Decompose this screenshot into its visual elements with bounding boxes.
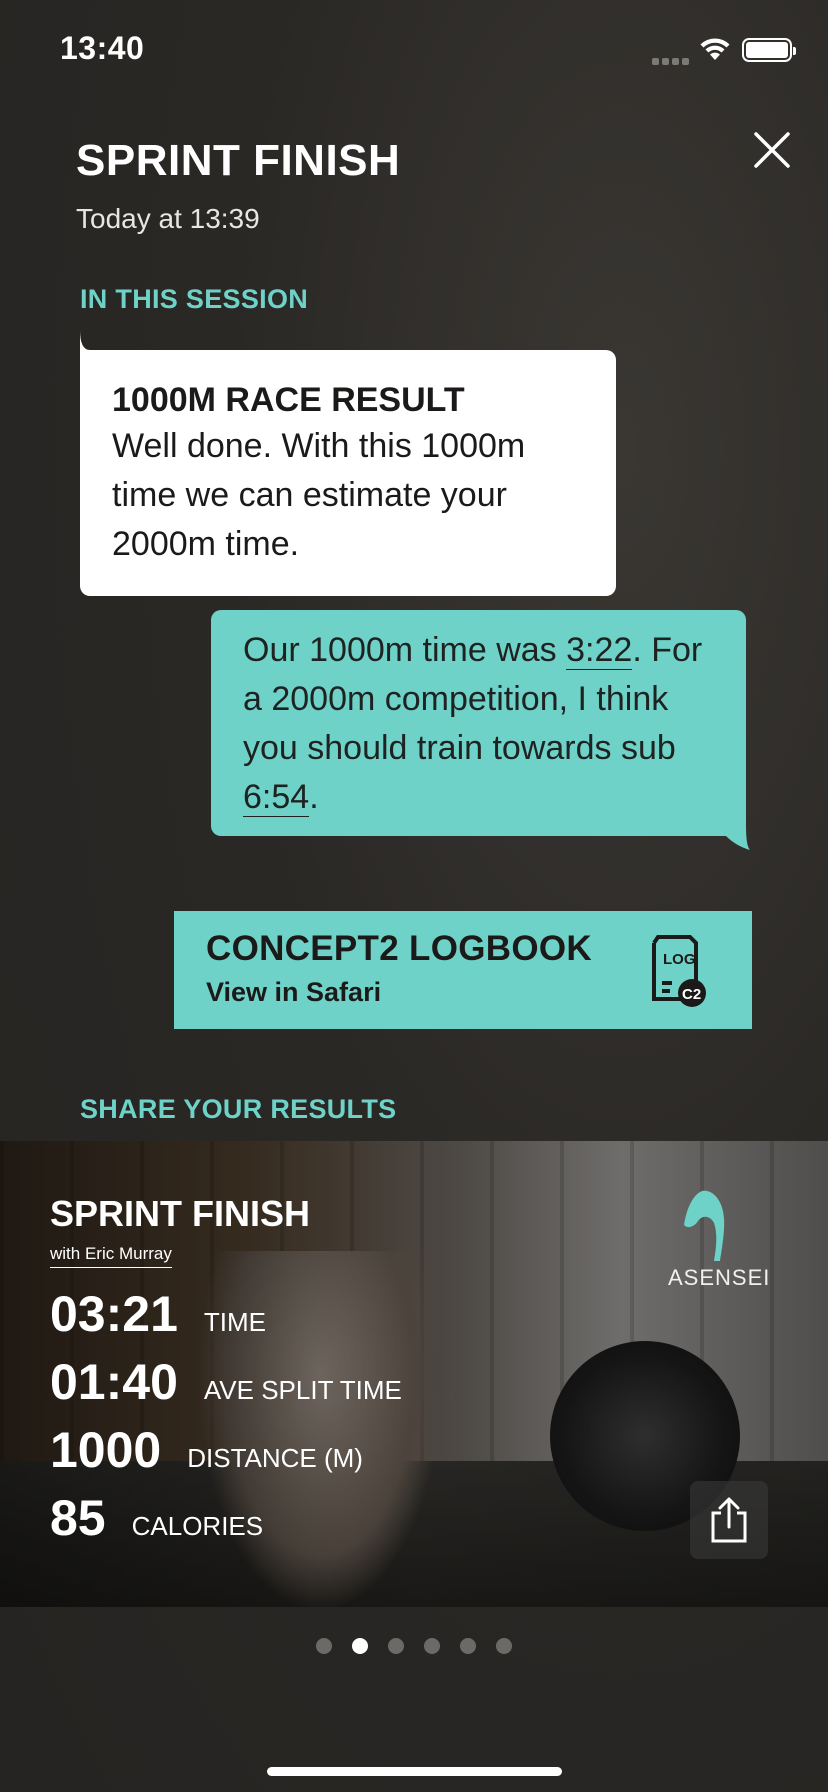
page-dot[interactable] bbox=[460, 1638, 476, 1654]
stat-value: 85 bbox=[50, 1490, 106, 1546]
logbook-subtitle: View in Safari bbox=[206, 977, 382, 1007]
page-dot[interactable] bbox=[388, 1638, 404, 1654]
home-indicator[interactable] bbox=[267, 1767, 562, 1776]
asensei-logo-icon bbox=[684, 1190, 725, 1261]
stat-value: 03:21 bbox=[50, 1286, 178, 1342]
reply-message-bubble: Our 1000m time was 3:22. For a 2000m com… bbox=[211, 610, 750, 850]
svg-text:C2: C2 bbox=[682, 986, 701, 1003]
page-dot[interactable] bbox=[424, 1638, 440, 1654]
section-heading-session: IN THIS SESSION bbox=[80, 284, 309, 314]
coach-message-bubble: 1000M RACE RESULT Well done. With this 1… bbox=[80, 330, 616, 596]
concept2-logbook-button[interactable]: CONCEPT2 LOGBOOK View in Safari LOG C2 bbox=[174, 911, 752, 1029]
stat-label: AVE SPLIT TIME bbox=[203, 1375, 402, 1405]
status-time: 13:40 bbox=[60, 30, 145, 66]
bubble-tail bbox=[80, 330, 116, 354]
page-dot-active[interactable] bbox=[352, 1638, 368, 1654]
page-dot[interactable] bbox=[496, 1638, 512, 1654]
reply-text: . bbox=[309, 778, 319, 816]
stat-distance: 1000 DISTANCE (M) bbox=[50, 1421, 363, 1479]
target-link[interactable]: 6:54 bbox=[243, 778, 310, 817]
session-timestamp: Today at 13:39 bbox=[76, 203, 260, 234]
status-bar: 13:40 bbox=[0, 0, 828, 100]
stat-label: CALORIES bbox=[131, 1511, 264, 1541]
stat-calories: 85 CALORIES bbox=[50, 1489, 263, 1547]
stat-label: TIME bbox=[203, 1307, 266, 1337]
share-results-card: SPRINT FINISH with Eric Murray 03:21 TIME… bbox=[0, 1141, 828, 1607]
wifi-icon bbox=[698, 36, 732, 67]
close-icon bbox=[754, 132, 790, 168]
section-heading-share: SHARE YOUR RESULTS bbox=[80, 1094, 397, 1124]
bubble-tail bbox=[726, 826, 750, 850]
svg-text:LOG: LOG bbox=[663, 951, 696, 968]
message-heading: 1000M RACE RESULT bbox=[112, 381, 465, 419]
page-title: SPRINT FINISH bbox=[76, 136, 401, 185]
time-link[interactable]: 3:22 bbox=[566, 631, 633, 670]
log-c2-icon: LOG C2 bbox=[652, 935, 706, 1007]
page-indicator[interactable] bbox=[0, 1638, 828, 1654]
reply-text: Our 1000m time was bbox=[243, 631, 567, 669]
cellular-signal-icon bbox=[652, 52, 692, 70]
close-button[interactable] bbox=[752, 130, 792, 170]
stat-value: 1000 bbox=[50, 1422, 162, 1478]
card-title: SPRINT FINISH bbox=[50, 1193, 311, 1234]
stat-split: 01:40 AVE SPLIT TIME bbox=[50, 1353, 402, 1411]
logbook-title: CONCEPT2 LOGBOOK bbox=[206, 929, 592, 968]
battery-icon bbox=[742, 38, 796, 62]
page-dot[interactable] bbox=[316, 1638, 332, 1654]
stat-value: 01:40 bbox=[50, 1354, 178, 1410]
stat-label: DISTANCE (M) bbox=[187, 1443, 363, 1473]
brand-name: ASENSEI bbox=[668, 1265, 771, 1290]
coach-name: with Eric Murray bbox=[50, 1244, 172, 1268]
share-icon bbox=[711, 1497, 747, 1543]
stat-time: 03:21 TIME bbox=[50, 1285, 266, 1343]
message-body: Well done. With this 1000m time we can e… bbox=[112, 427, 526, 563]
share-button[interactable] bbox=[690, 1481, 768, 1559]
